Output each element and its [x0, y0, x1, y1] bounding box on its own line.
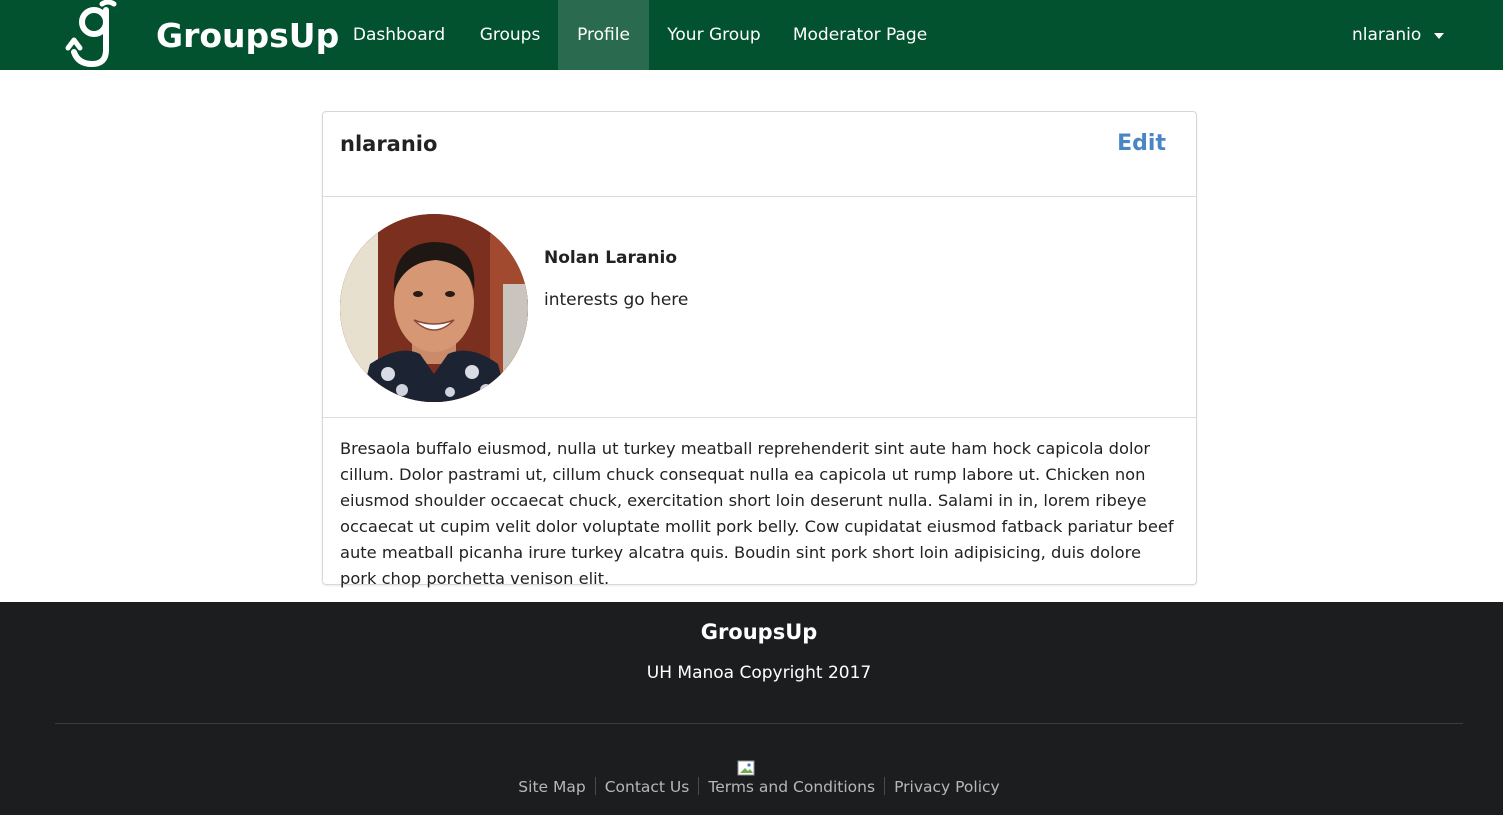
profile-full-name: Nolan Laranio: [544, 248, 677, 268]
footer-link-privacy-policy[interactable]: Privacy Policy: [885, 778, 1009, 796]
brand-link[interactable]: GroupsUp: [156, 16, 339, 56]
nav-item-moderator-page[interactable]: Moderator Page: [781, 0, 939, 70]
profile-card-header: nlaranio Edit: [323, 112, 1196, 197]
footer-link-site-map[interactable]: Site Map: [509, 778, 594, 796]
nav-item-dashboard[interactable]: Dashboard: [339, 0, 459, 70]
site-footer: GroupsUp UH Manoa Copyright 2017 Site Ma…: [0, 602, 1503, 815]
avatar-photo: [340, 214, 528, 402]
footer-divider: [55, 723, 1463, 724]
profile-card: nlaranio Edit Nolan Laranio interests go…: [322, 111, 1197, 588]
user-menu-toggle[interactable]: nlaranio: [1352, 0, 1421, 70]
profile-card-body: Nolan Laranio interests go here: [323, 198, 1196, 418]
footer-link-contact-us[interactable]: Contact Us: [596, 778, 699, 796]
navbar: GroupsUp Dashboard Groups Profile Your G…: [0, 0, 1503, 70]
profile-bio: Bresaola buffalo eiusmod, nulla ut turke…: [340, 439, 1174, 588]
footer-title: GroupsUp: [700, 620, 818, 644]
footer-links: Site Map Contact Us Terms and Conditions Pr…: [0, 775, 1503, 799]
groupsup-logo-icon[interactable]: [64, 0, 122, 70]
profile-interests: interests go here: [544, 290, 689, 310]
caret-down-icon[interactable]: [1434, 33, 1444, 39]
nav-item-groups[interactable]: Groups: [463, 0, 557, 70]
footer-link-terms[interactable]: Terms and Conditions: [699, 778, 884, 796]
profile-username: nlaranio: [340, 132, 438, 156]
nav-item-your-group[interactable]: Your Group: [650, 0, 778, 70]
avatar: [340, 214, 528, 402]
footer-copyright: UH Manoa Copyright 2017: [646, 663, 872, 683]
nav-item-profile[interactable]: Profile: [558, 0, 649, 70]
edit-profile-link[interactable]: Edit: [1117, 129, 1166, 159]
